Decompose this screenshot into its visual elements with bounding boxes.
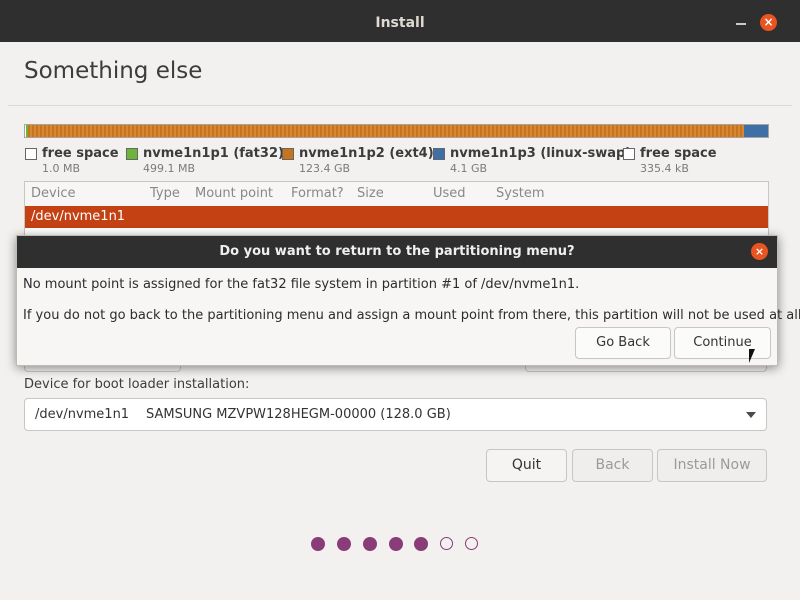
column-header-type[interactable]: Type: [150, 186, 180, 201]
column-header-used[interactable]: Used: [433, 186, 466, 201]
column-header-mount-point[interactable]: Mount point: [195, 186, 273, 201]
legend-label: nvme1n1p1 (fat32): [143, 146, 284, 161]
progress-dot-empty: [465, 537, 478, 550]
legend-size: 1.0 MB: [42, 162, 81, 175]
go-back-button[interactable]: Go Back: [575, 327, 671, 359]
partition-bar-ext4: [28, 125, 744, 137]
dropdown-arrow-icon: [746, 412, 756, 418]
continue-button[interactable]: Continue: [674, 327, 771, 359]
progress-dot-empty: [440, 537, 453, 550]
page-title: Something else: [24, 58, 203, 84]
table-header: Device Type Mount point Format? Size Use…: [25, 182, 768, 207]
progress-dot-filled: [389, 537, 403, 551]
legend-size: 499.1 MB: [143, 162, 196, 175]
column-header-system[interactable]: System: [496, 186, 544, 201]
column-header-device[interactable]: Device: [31, 186, 75, 201]
swap-swatch: [433, 148, 445, 160]
bootloader-device: /dev/nvme1n1: [35, 407, 130, 422]
progress-dot-filled: [363, 537, 377, 551]
legend-size: 335.4 kB: [640, 162, 689, 175]
legend-label: free space: [640, 146, 717, 161]
quit-button[interactable]: Quit: [486, 449, 567, 482]
close-icon: ×: [763, 15, 774, 29]
installer-window: Install × Something else free space 1.0 …: [0, 0, 800, 600]
legend-size: 4.1 GB: [450, 162, 488, 175]
bootloader-label: Device for boot loader installation:: [24, 377, 250, 392]
progress-dot-filled: [337, 537, 351, 551]
legend-label: nvme1n1p3 (linux-swap): [450, 146, 632, 161]
bootloader-model: SAMSUNG MZVPW128HEGM-00000 (128.0 GB): [146, 407, 451, 422]
return-to-partitioning-dialog: Do you want to return to the partitionin…: [16, 235, 800, 366]
dialog-message: If you do not go back to the partitionin…: [23, 308, 800, 323]
partition-bar: [24, 124, 769, 138]
progress-indicator: [311, 537, 491, 553]
fat32-swatch: [126, 148, 138, 160]
free-space-swatch: [25, 148, 37, 160]
table-row[interactable]: /dev/nvme1n1: [25, 206, 768, 228]
title-bar: Install ×: [0, 0, 800, 42]
window-title: Install: [375, 15, 425, 31]
close-icon: ×: [754, 245, 765, 258]
legend-size: 123.4 GB: [299, 162, 351, 175]
divider: [8, 105, 792, 106]
bootloader-device-select[interactable]: /dev/nvme1n1 SAMSUNG MZVPW128HEGM-00000 …: [24, 398, 767, 431]
device-name: /dev/nvme1n1: [31, 209, 126, 224]
minimize-icon[interactable]: [734, 14, 750, 30]
install-now-button[interactable]: Install Now: [657, 449, 767, 482]
progress-dot-filled: [414, 537, 428, 551]
back-button[interactable]: Back: [572, 449, 653, 482]
legend-label: free space: [42, 146, 119, 161]
progress-dot-filled: [311, 537, 325, 551]
partition-bar-swap: [744, 125, 768, 137]
dialog-title: Do you want to return to the partitionin…: [17, 236, 777, 268]
column-header-size[interactable]: Size: [357, 186, 384, 201]
legend-label: nvme1n1p2 (ext4): [299, 146, 434, 161]
dialog-message: No mount point is assigned for the fat32…: [23, 277, 580, 292]
column-header-format[interactable]: Format?: [291, 186, 344, 201]
dialog-close-button[interactable]: ×: [751, 243, 768, 260]
mouse-cursor-icon: [749, 349, 755, 363]
ext4-swatch: [282, 148, 294, 160]
close-window-button[interactable]: ×: [760, 14, 777, 31]
free-space-swatch: [623, 148, 635, 160]
